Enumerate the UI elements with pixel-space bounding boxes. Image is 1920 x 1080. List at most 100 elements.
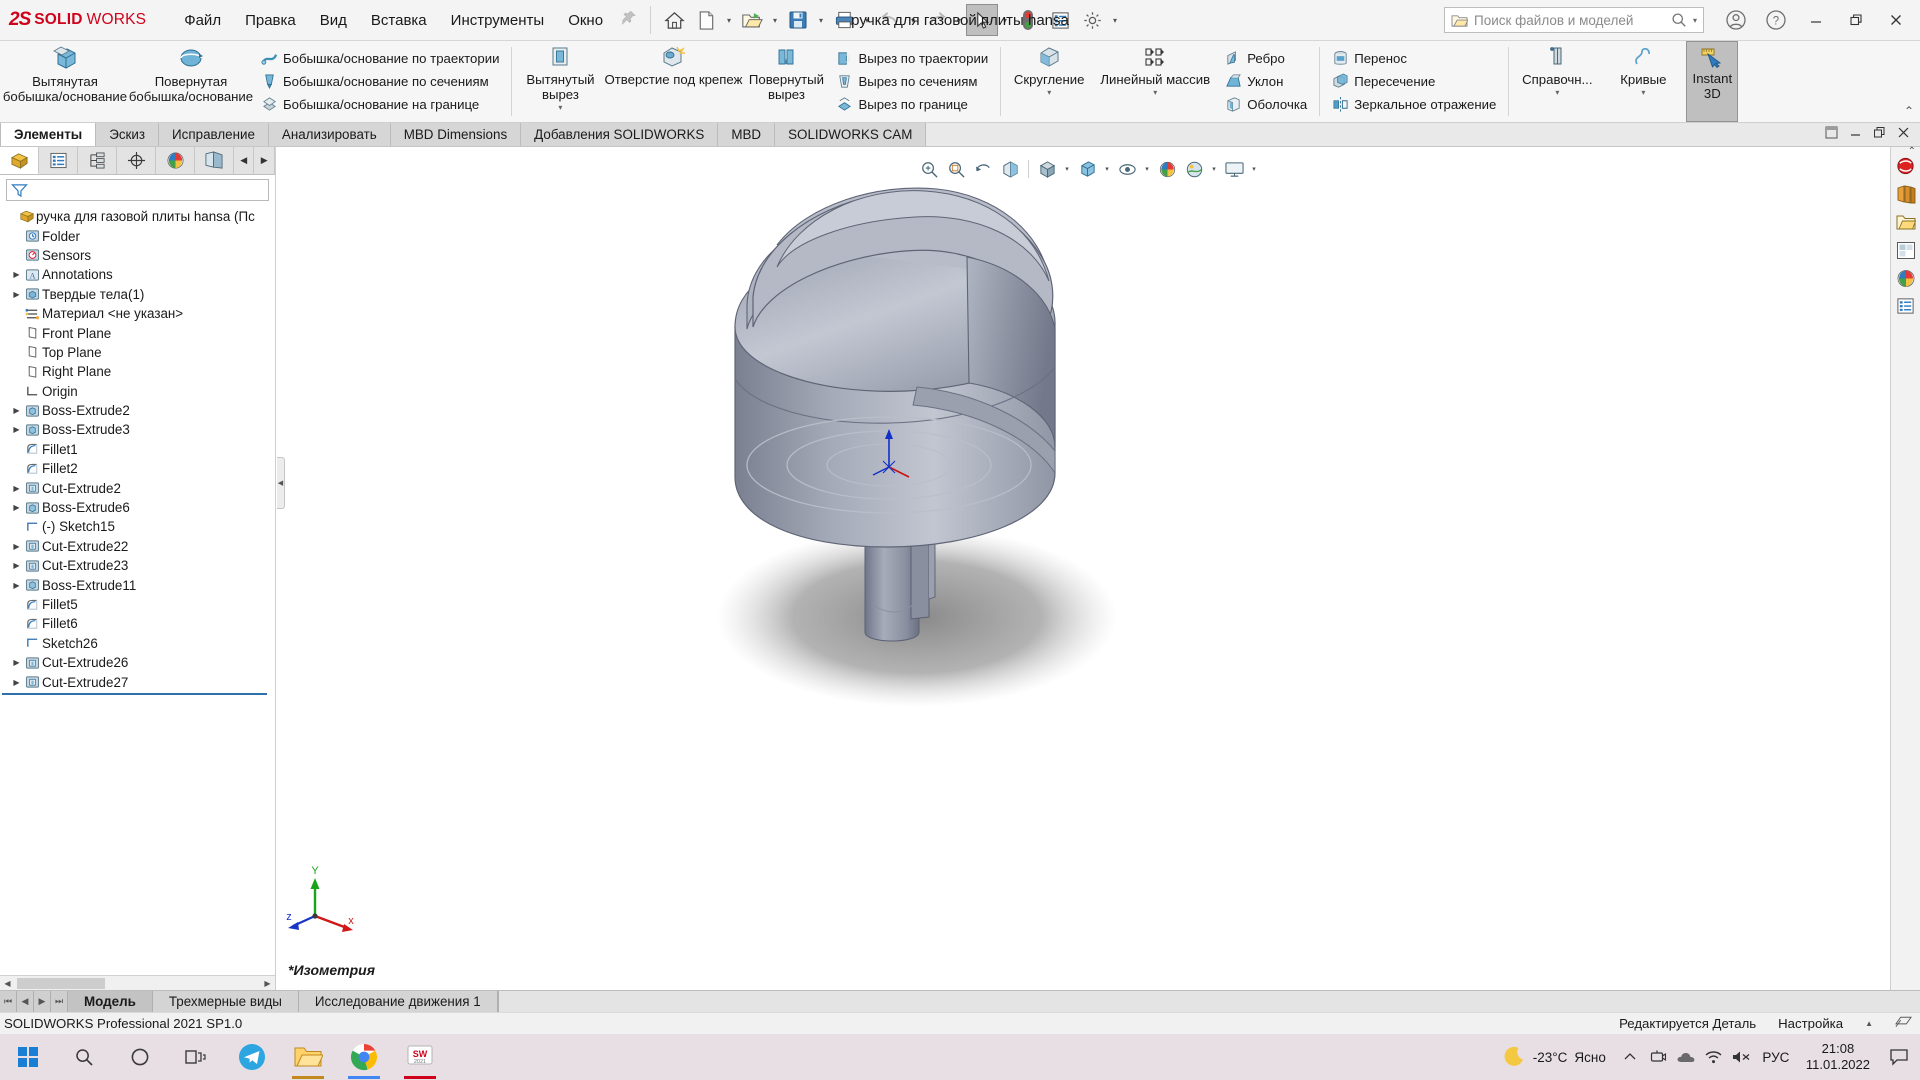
taskpane-design-library[interactable] (1893, 181, 1919, 207)
status-settings-label[interactable]: Настройка (1778, 1016, 1843, 1031)
window-restore-button[interactable] (1836, 2, 1876, 38)
screen-cast-icon[interactable] (1644, 1049, 1672, 1065)
qat-home[interactable] (658, 4, 690, 36)
fm-tabs-scroll-right[interactable]: ▶ (254, 147, 275, 174)
tree-node-fillet5[interactable]: Fillet5 (0, 595, 275, 614)
tree-node-fillet2[interactable]: Fillet2 (0, 459, 275, 478)
menu-file[interactable]: Файл (172, 7, 233, 34)
qat-redo[interactable] (920, 4, 952, 36)
qat-print-dropdown-caret[interactable]: ▾ (860, 5, 874, 35)
task-pane-collapse-icon[interactable]: ⌃ (1908, 146, 1916, 157)
taskbar-task-view[interactable] (168, 1034, 224, 1080)
tree-expander-collapsed[interactable]: ▶ (10, 561, 23, 570)
tree-node-fillet6[interactable]: Fillet6 (0, 614, 275, 633)
ribbon-extruded-cut[interactable]: Вытянутый вырез ▾ (517, 41, 603, 122)
tree-node-cut-extrude23[interactable]: ▶ Cut-Extrude23 (0, 556, 275, 575)
tree-node-annotations[interactable]: ▶ A Annotations (0, 265, 275, 284)
tree-expander-collapsed[interactable]: ▶ (10, 678, 23, 687)
ribbon-move-body[interactable]: Перенос (1327, 47, 1501, 70)
qat-open[interactable] (736, 4, 768, 36)
fm-tabs-scroll-left[interactable]: ◀ (234, 147, 255, 174)
taskpane-custom-properties[interactable] (1893, 293, 1919, 319)
taskbar-telegram[interactable] (224, 1034, 280, 1080)
menu-edit[interactable]: Правка (233, 7, 308, 34)
wifi-icon[interactable] (1700, 1049, 1728, 1065)
qat-undo-dropdown-caret[interactable]: ▾ (906, 5, 920, 35)
qat-save[interactable] (782, 4, 814, 36)
ribbon-boundary-cut[interactable]: Вырез по границе (831, 93, 993, 116)
tree-expander-collapsed[interactable]: ▶ (10, 290, 23, 299)
doc-close-icon[interactable] (1897, 126, 1910, 144)
menu-insert[interactable]: Вставка (359, 7, 439, 34)
volume-muted-icon[interactable] (1728, 1049, 1756, 1065)
qat-new[interactable] (690, 4, 722, 36)
ribbon-reference-geometry[interactable]: Справочн... ▾ (1514, 41, 1600, 122)
tray-language[interactable]: РУС (1756, 1050, 1796, 1065)
tree-expander-collapsed[interactable]: ▶ (10, 581, 23, 590)
status-settings-caret[interactable]: ▲ (1865, 1019, 1873, 1028)
doc-restore-icon[interactable] (1825, 126, 1838, 144)
user-account-icon[interactable] (1716, 2, 1756, 38)
taskbar-search[interactable] (56, 1034, 112, 1080)
window-minimize-button[interactable] (1796, 2, 1836, 38)
tree-expander-collapsed[interactable]: ▶ (10, 484, 23, 493)
tree-node-boss-extrude2[interactable]: ▶ Boss-Extrude2 (0, 401, 275, 420)
qat-save-dropdown-caret[interactable]: ▾ (814, 5, 828, 35)
tree-node-[interactable]: Материал <не указан> (0, 304, 275, 323)
fm-tab-property-manager[interactable] (39, 147, 78, 174)
ribbon-extruded-boss[interactable]: Вытянутая бобышка/основание (2, 41, 128, 122)
feature-tree-horizontal-scrollbar[interactable]: ◀ ▶ (0, 975, 275, 991)
notification-icon[interactable] (1880, 1048, 1918, 1066)
scroll-track[interactable] (15, 975, 260, 991)
fm-tab-configuration-manager[interactable] (78, 147, 117, 174)
tab-features[interactable]: Элементы (0, 123, 97, 146)
doctab-nav-prev[interactable]: ◀ (17, 991, 34, 1012)
qat-select[interactable] (966, 4, 999, 36)
ribbon-revolved-boss[interactable]: Повернутая бобышка/основание (128, 41, 254, 122)
tree-node-cut-extrude2[interactable]: ▶ Cut-Extrude2 (0, 478, 275, 497)
scroll-thumb[interactable] (17, 977, 105, 989)
tree-node-right-plane[interactable]: Right Plane (0, 362, 275, 381)
tree-node-boss-extrude11[interactable]: ▶ Boss-Extrude11 (0, 575, 275, 594)
feature-tree-filter-input[interactable] (6, 179, 269, 201)
doctab-nav-first[interactable]: ⏮ (0, 991, 17, 1012)
ribbon-hole-wizard[interactable]: Отверстие под крепеж (603, 41, 743, 122)
ribbon-revolved-cut[interactable]: Повернутый вырез (743, 41, 829, 122)
fm-tab-cam-tree[interactable] (195, 147, 234, 174)
taskbar-cortana[interactable] (112, 1034, 168, 1080)
qat-options[interactable] (1076, 4, 1108, 36)
ribbon-fillet-dropdown-caret[interactable]: ▾ (1047, 88, 1051, 97)
tab-solidworks-addins[interactable]: Добавления SOLIDWORKS (521, 123, 719, 146)
doctab-nav-next[interactable]: ▶ (34, 991, 51, 1012)
tree-node-front-plane[interactable]: Front Plane (0, 323, 275, 342)
onedrive-cloud-icon[interactable] (1672, 1050, 1700, 1065)
tab-solidworks-cam[interactable]: SOLIDWORKS CAM (775, 123, 927, 146)
qat-undo[interactable] (874, 4, 906, 36)
taskbar-start[interactable] (0, 1034, 56, 1080)
qat-new-dropdown-caret[interactable]: ▾ (722, 5, 736, 35)
ribbon-instant-3d[interactable]: Instant 3D (1686, 41, 1739, 122)
tree-expander-collapsed[interactable]: ▶ (10, 406, 23, 415)
ribbon-extruded-cut-dropdown-caret[interactable]: ▾ (558, 103, 562, 112)
ribbon-lofted-boss[interactable]: Бобышка/основание по сечениям (256, 70, 504, 93)
tree-node-sketch15[interactable]: (-) Sketch15 (0, 517, 275, 536)
ribbon-reference-geometry-dropdown-caret[interactable]: ▾ (1555, 88, 1559, 97)
tree-node-boss-extrude6[interactable]: ▶ Boss-Extrude6 (0, 498, 275, 517)
ribbon-boundary-boss[interactable]: Бобышка/основание на границе (256, 93, 504, 116)
tree-node-root[interactable]: ручка для газовой плиты hansa (Пс (0, 207, 275, 226)
doc-maximize-icon[interactable] (1873, 126, 1886, 144)
qat-file-properties[interactable] (1044, 4, 1076, 36)
ribbon-linear-pattern[interactable]: Линейный массив ▾ (1092, 41, 1218, 122)
pin-icon[interactable] (621, 10, 637, 31)
graphics-area[interactable]: ▾ ▾ ▾ ▾ ▾ ◀ Y x z *Изометрия (277, 147, 1920, 990)
ribbon-curves-dropdown-caret[interactable]: ▾ (1641, 88, 1645, 97)
ribbon-curves[interactable]: Кривые ▾ (1600, 41, 1686, 122)
tree-node-cut-extrude22[interactable]: ▶ Cut-Extrude22 (0, 537, 275, 556)
ribbon-rib[interactable]: Ребро (1220, 47, 1312, 70)
tree-node-1[interactable]: ▶ Твердые тела(1) (0, 285, 275, 304)
window-close-button[interactable] (1876, 2, 1916, 38)
taskbar-solidworks[interactable]: SW 2021 (392, 1034, 448, 1080)
menu-window[interactable]: Окно (556, 7, 615, 34)
ribbon-mirror[interactable]: Зеркальное отражение (1327, 93, 1501, 116)
taskpane-file-explorer[interactable] (1893, 209, 1919, 235)
